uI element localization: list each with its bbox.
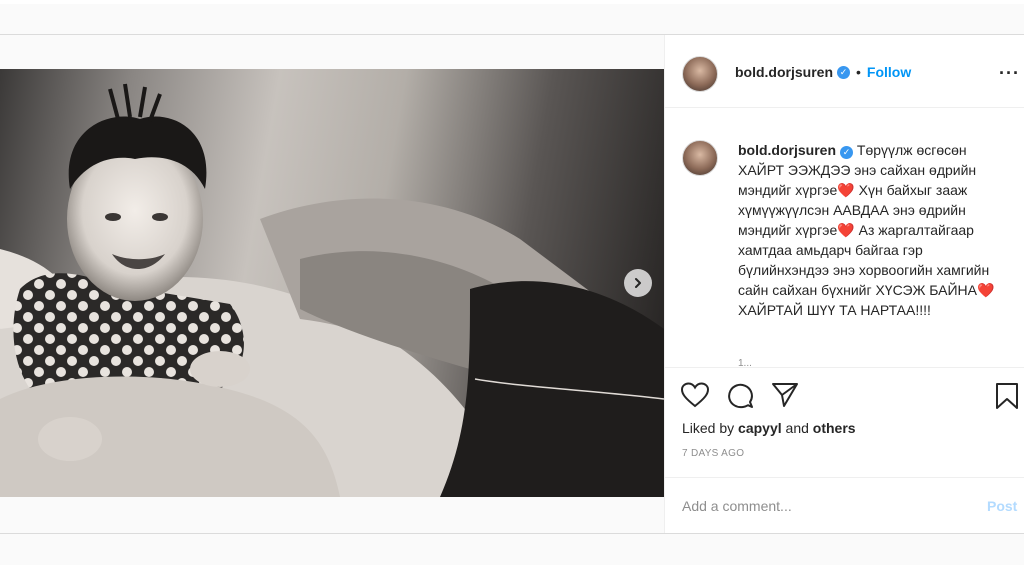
- comment-box: Post: [665, 477, 1024, 534]
- baby-photo-image: [0, 83, 664, 497]
- more-options-icon[interactable]: ···: [999, 63, 1020, 84]
- post-media: [0, 35, 664, 533]
- caption-verified-badge-icon: ✓: [840, 145, 853, 159]
- heart-icon[interactable]: [681, 382, 709, 408]
- likes-and: and: [785, 420, 809, 436]
- caption-author-avatar[interactable]: [682, 140, 718, 176]
- follow-button[interactable]: Follow: [867, 64, 911, 80]
- chevron-right-icon: [635, 278, 641, 288]
- likes-summary: Liked by capyyl and others: [682, 420, 856, 436]
- post-timestamp[interactable]: 7 DAYS AGO: [682, 448, 744, 459]
- post-container: bold.dorjsuren ✓ • Follow ··· bold.dorjs…: [0, 35, 1024, 534]
- action-bar: Liked by capyyl and others 7 DAYS AGO: [665, 367, 1024, 478]
- caption-author-username[interactable]: bold.dorjsuren: [738, 142, 836, 158]
- bookmark-icon[interactable]: [995, 382, 1019, 410]
- caption-section: bold.dorjsuren ✓ Төрүүлж өсгөсөн ХАЙРТ ЭЭ…: [665, 108, 1024, 366]
- caption-body: Төрүүлж өсгөсөн ХАЙРТ ЭЭЖДЭЭ энэ сайхан …: [738, 142, 995, 318]
- author-username[interactable]: bold.dorjsuren: [735, 64, 833, 80]
- next-photo-button[interactable]: [624, 269, 652, 297]
- caption-time: 1...: [738, 358, 752, 366]
- likes-prefix: Liked by: [682, 420, 735, 436]
- verified-badge-icon: ✓: [837, 65, 850, 79]
- post-header: bold.dorjsuren ✓ • Follow ···: [665, 35, 1024, 108]
- caption-text: bold.dorjsuren ✓ Төрүүлж өсгөсөн ХАЙРТ ЭЭ…: [738, 140, 1008, 320]
- comment-icon[interactable]: [726, 382, 754, 410]
- post-photo[interactable]: [0, 69, 664, 497]
- post-comment-button[interactable]: Post: [987, 498, 1017, 514]
- header-user-row: bold.dorjsuren ✓ • Follow: [735, 64, 911, 80]
- header-separator: •: [856, 64, 861, 80]
- browser-top-strip: [0, 0, 1024, 4]
- post-sidebar: bold.dorjsuren ✓ • Follow ··· bold.dorjs…: [665, 35, 1024, 533]
- likes-others-link[interactable]: others: [813, 420, 856, 436]
- comment-input[interactable]: [682, 494, 952, 518]
- author-avatar[interactable]: [682, 56, 718, 92]
- share-icon[interactable]: [771, 382, 799, 408]
- liked-by-user-link[interactable]: capyyl: [738, 420, 782, 436]
